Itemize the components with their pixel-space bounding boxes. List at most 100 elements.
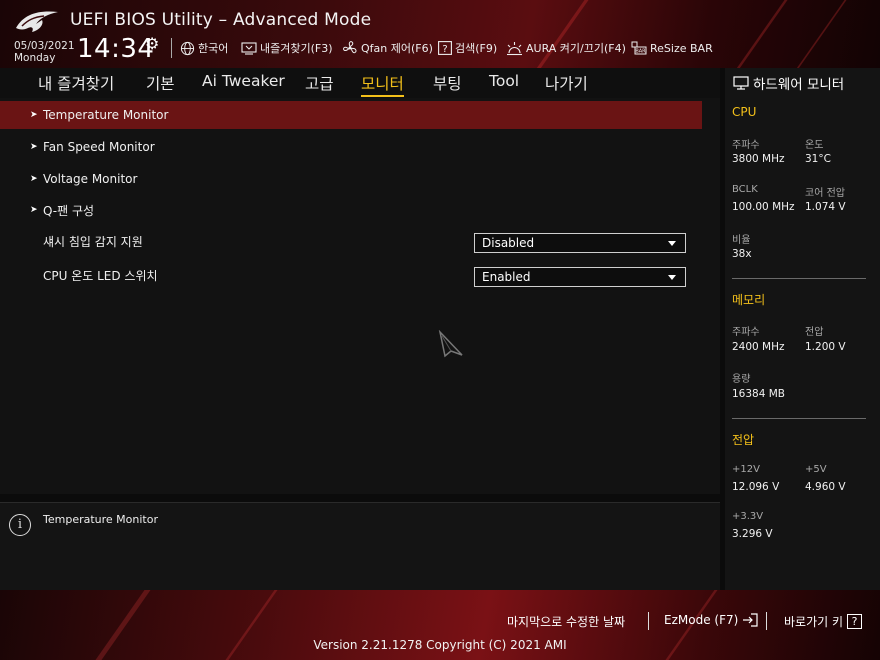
v5-value: 4.960 V <box>805 481 846 493</box>
tab-boot[interactable]: 부팅 <box>433 72 462 94</box>
ezmode-label: EzMode (F7) <box>664 613 739 627</box>
settings-panel: ➤ Temperature Monitor ➤ Fan Speed Monito… <box>0 98 720 494</box>
hardware-monitor-header: 하드웨어 모니터 <box>733 73 844 93</box>
my-favorites-label: 내즐겨찾기(F3) <box>260 42 333 55</box>
submenu-arrow-icon: ➤ <box>30 174 38 184</box>
main-tab-bar: 내 즐겨찾기 기본 Ai Tweaker 고급 모니터 부팅 Tool 나가기 <box>0 68 720 98</box>
resize-bar-button[interactable]: BAR ReSize BAR <box>631 40 713 56</box>
hotkeys-label: 바로가기 키 <box>784 615 844 629</box>
tab-exit[interactable]: 나가기 <box>545 72 588 94</box>
favorites-icon <box>241 42 257 55</box>
v12-label: +12V <box>732 464 760 475</box>
hotkeys-button[interactable]: 바로가기 키 ? <box>784 613 863 630</box>
menu-item-label: Q-팬 구성 <box>43 203 95 218</box>
v5-label: +5V <box>805 464 827 475</box>
memory-capacity-value: 16384 MB <box>732 388 786 400</box>
core-voltage-value: 1.074 V <box>805 201 846 213</box>
ratio-label: 비율 <box>732 235 751 246</box>
v33-value: 3.296 V <box>732 528 773 540</box>
info-icon: i <box>9 514 31 536</box>
setting-label: CPU 온도 LED 스위치 <box>43 268 158 283</box>
bclk-label: BCLK <box>732 184 758 195</box>
header-decoration <box>528 0 596 68</box>
header-bar: UEFI BIOS Utility – Advanced Mode 05/03/… <box>0 0 880 68</box>
tab-tool[interactable]: Tool <box>489 72 519 90</box>
hardware-monitor-title: 하드웨어 모니터 <box>753 77 845 93</box>
fan-icon <box>343 41 357 54</box>
cpu-temperature-value: 31°C <box>805 153 831 165</box>
memory-frequency-label: 주파수 <box>732 327 760 338</box>
menu-item-label: Temperature Monitor <box>43 108 169 122</box>
memory-heading: 메모리 <box>732 293 766 307</box>
v33-label: +3.3V <box>732 511 764 522</box>
app-title: UEFI BIOS Utility – Advanced Mode <box>70 10 372 30</box>
memory-voltage-label: 전압 <box>805 327 824 338</box>
search-button[interactable]: ? 검색(F9) <box>438 40 497 56</box>
date-text: 05/03/2021 <box>14 40 75 52</box>
ezmode-button[interactable]: EzMode (F7) <box>664 613 758 627</box>
svg-text:BAR: BAR <box>635 48 646 54</box>
rog-logo <box>16 11 58 32</box>
cpu-heading: CPU <box>732 105 757 119</box>
qfan-control-label: Qfan 제어(F6) <box>361 42 433 55</box>
search-label: 검색(F9) <box>455 42 498 55</box>
tab-ai-tweaker[interactable]: Ai Tweaker <box>202 72 285 90</box>
memory-frequency-value: 2400 MHz <box>732 341 785 353</box>
chevron-down-icon <box>668 275 676 280</box>
my-favorites-button[interactable]: 내즐겨찾기(F3) <box>241 40 333 56</box>
qfan-control-button[interactable]: Qfan 제어(F6) <box>342 40 433 56</box>
clock-display: 14:34 <box>77 34 155 64</box>
core-voltage-label: 코어 전압 <box>805 188 845 199</box>
monitor-icon <box>733 76 749 90</box>
tab-main[interactable]: 기본 <box>146 72 175 94</box>
submenu-arrow-icon: ➤ <box>30 142 38 152</box>
chevron-down-icon <box>668 241 676 246</box>
submenu-arrow-icon: ➤ <box>30 205 38 215</box>
date-display: 05/03/2021 Monday <box>14 40 75 64</box>
memory-capacity-label: 용량 <box>732 374 751 385</box>
aura-toggle-label: AURA 켜기/끄기(F4) <box>526 42 626 55</box>
cpu-temp-led-select[interactable]: Enabled <box>474 267 686 287</box>
aura-icon <box>507 41 522 55</box>
svg-text:?: ? <box>442 44 447 55</box>
cpu-temperature-label: 온도 <box>805 140 824 151</box>
header-decoration <box>728 0 795 68</box>
memory-voltage-value: 1.200 V <box>805 341 846 353</box>
menu-item-qfan-configuration[interactable]: ➤ Q-팬 구성 <box>0 196 702 224</box>
footer-divider <box>766 612 767 630</box>
tab-advanced[interactable]: 고급 <box>305 72 334 94</box>
cpu-frequency-value: 3800 MHz <box>732 153 785 165</box>
setting-label: 섀시 침입 감지 지원 <box>43 234 143 249</box>
chassis-intrusion-select[interactable]: Disabled <box>474 233 686 253</box>
section-divider <box>732 418 866 419</box>
weekday-text: Monday <box>14 52 56 64</box>
resize-bar-label: ReSize BAR <box>650 41 713 55</box>
tab-my-favorites[interactable]: 내 즐겨찾기 <box>38 72 114 94</box>
aura-toggle-button[interactable]: AURA 켜기/끄기(F4) <box>506 40 626 56</box>
footer-bar: 마지막으로 수정한 날짜 EzMode (F7) 바로가기 키 ? Versio… <box>0 590 880 660</box>
clock-settings-gear-icon[interactable]: ⚙ <box>145 34 159 53</box>
section-divider <box>732 278 866 279</box>
footer-divider <box>648 612 649 630</box>
help-key-icon: ? <box>847 614 863 629</box>
tab-monitor[interactable]: 모니터 <box>361 72 404 97</box>
header-decoration <box>788 0 854 68</box>
voltage-heading: 전압 <box>732 433 755 447</box>
bclk-value: 100.00 MHz <box>732 201 795 213</box>
menu-item-label: Voltage Monitor <box>43 172 138 186</box>
menu-item-temperature-monitor[interactable]: ➤ Temperature Monitor <box>0 101 702 129</box>
v12-value: 12.096 V <box>732 481 780 493</box>
dropdown-value: Enabled <box>482 270 531 284</box>
hardware-monitor-panel: 하드웨어 모니터 CPU 주파수 3800 MHz 온도 31°C BCLK 1… <box>725 68 880 590</box>
last-modified-button[interactable]: 마지막으로 수정한 날짜 <box>507 613 625 630</box>
help-panel: i Temperature Monitor <box>0 502 720 590</box>
menu-item-voltage-monitor[interactable]: ➤ Voltage Monitor <box>0 165 702 193</box>
globe-icon <box>180 41 195 55</box>
language-label: 한국어 <box>198 42 229 55</box>
help-search-icon: ? <box>438 41 452 55</box>
menu-item-fan-speed-monitor[interactable]: ➤ Fan Speed Monitor <box>0 133 702 161</box>
exit-arrow-icon <box>743 613 758 627</box>
dropdown-value: Disabled <box>482 236 535 250</box>
language-button[interactable]: 한국어 <box>180 40 228 56</box>
cpu-frequency-label: 주파수 <box>732 140 760 151</box>
